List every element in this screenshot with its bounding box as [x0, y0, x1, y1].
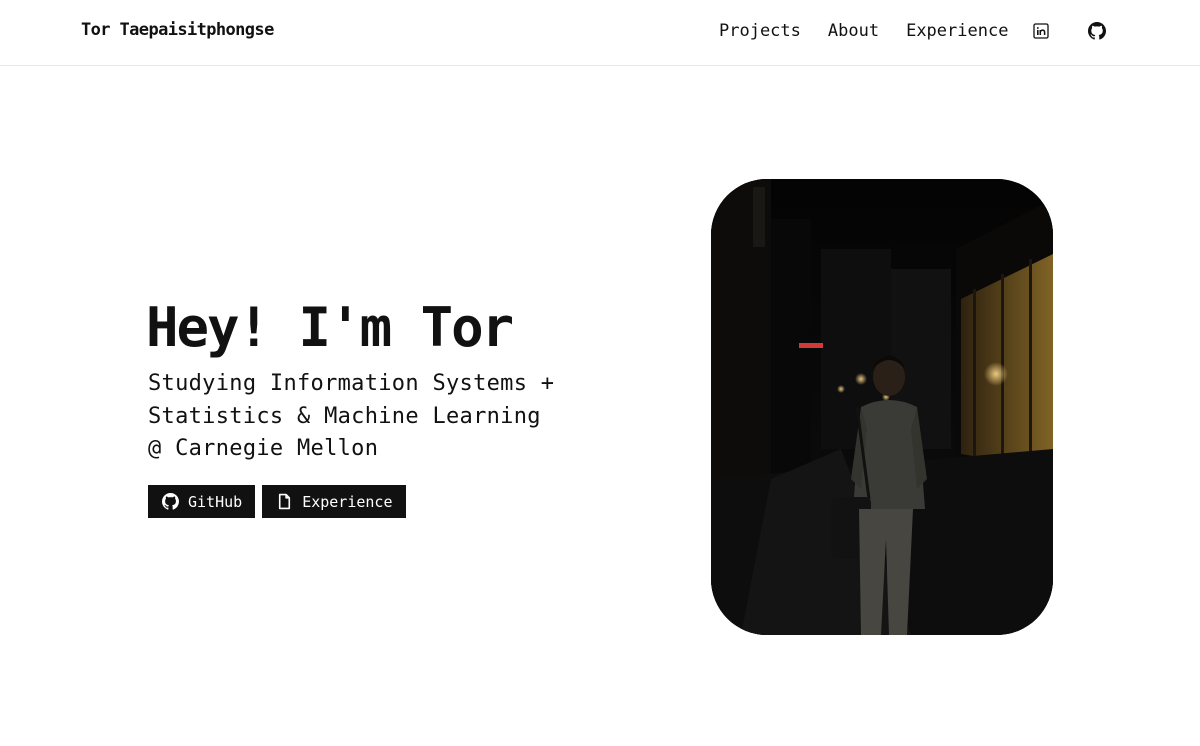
hero-buttons: GitHub Experience	[148, 485, 406, 518]
nav-link-projects[interactable]: Projects	[719, 21, 801, 41]
hero-subtitle-line: @ Carnegie Mellon	[148, 436, 379, 461]
night-street-portrait-image	[711, 179, 1053, 635]
top-navbar: Tor Taepaisitphongse Projects About Expe…	[0, 0, 1200, 66]
nav-links: Projects About Experience	[719, 21, 1008, 41]
github-button[interactable]: GitHub	[148, 485, 256, 518]
github-button-label: GitHub	[188, 492, 243, 511]
experience-button[interactable]: Experience	[262, 485, 406, 518]
github-icon	[162, 493, 179, 510]
nav-link-about[interactable]: About	[828, 21, 879, 41]
hero-subtitle-line: Statistics & Machine Learning	[148, 403, 541, 429]
document-icon	[279, 493, 291, 510]
hero-title: Hey! I'm Tor	[146, 296, 514, 359]
hero-subtitle: Studying Information Systems + Statistic…	[148, 368, 628, 466]
github-icon[interactable]	[1088, 22, 1106, 40]
experience-button-label: Experience	[302, 492, 393, 511]
brand-name[interactable]: Tor Taepaisitphongse	[81, 20, 274, 40]
hero-subtitle-line: Studying Information Systems +	[148, 371, 555, 396]
linkedin-icon[interactable]	[1032, 22, 1050, 40]
profile-photo	[711, 179, 1053, 635]
nav-link-experience[interactable]: Experience	[906, 21, 1008, 41]
